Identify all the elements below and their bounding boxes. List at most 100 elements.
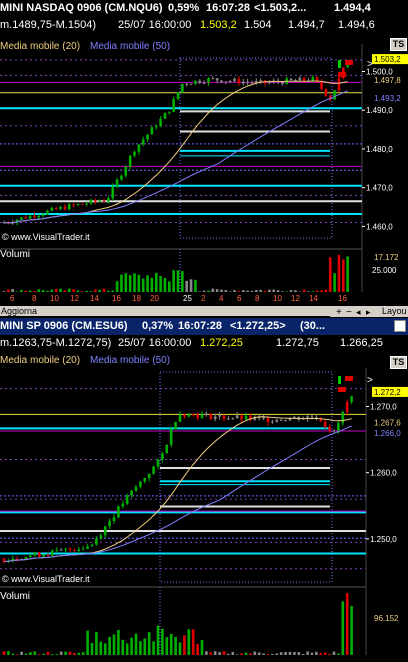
volume-tag: 17.172	[374, 253, 399, 262]
candle-body	[281, 82, 284, 84]
candle-body	[102, 200, 106, 202]
refresh-scroll[interactable]: Aggiorna	[0, 306, 330, 316]
candle-body	[121, 503, 125, 507]
volume-bar	[112, 634, 116, 655]
flag-icon	[345, 376, 353, 381]
volume-bar	[59, 288, 62, 292]
candle-body	[37, 215, 41, 218]
candle-body	[332, 430, 336, 432]
price-tag: 1.267,6	[374, 418, 401, 427]
candle-body	[235, 415, 239, 419]
volume-bar	[63, 290, 67, 292]
volume-bar	[150, 277, 154, 292]
volume-bar	[89, 291, 93, 292]
candle-body	[141, 139, 145, 145]
volume-bar	[279, 652, 283, 655]
candle-body	[134, 486, 138, 491]
candle-body	[205, 413, 208, 415]
volume-bar	[275, 653, 279, 655]
price-tick-label: 1.490,0	[366, 106, 393, 115]
candle-body	[284, 420, 287, 422]
volume-bar	[33, 651, 37, 655]
volume-bar	[257, 652, 261, 655]
candle-body	[213, 416, 217, 420]
price-tag: 1.272,2	[374, 388, 401, 397]
x-axis-label: 14	[309, 294, 318, 303]
volume-bar	[241, 290, 245, 292]
volume-bar	[328, 257, 332, 292]
volume-bar	[337, 255, 341, 292]
candle-body	[323, 421, 327, 427]
volume-bar	[37, 289, 41, 292]
candle-body	[227, 418, 230, 420]
volume-bar	[272, 289, 275, 292]
candle-body	[103, 526, 107, 536]
price-tick-label: 1.260,0	[370, 469, 397, 478]
candle-body	[310, 416, 314, 418]
volume-bar	[120, 274, 123, 292]
volume-bar	[33, 290, 36, 292]
candle-body	[328, 426, 331, 431]
volume-bar	[249, 653, 252, 655]
volume-bar	[281, 291, 284, 292]
candle-body	[240, 415, 243, 420]
candle-body	[211, 78, 215, 80]
volume-bar	[169, 633, 173, 655]
volume-bar	[333, 273, 336, 292]
volume-bar	[24, 653, 28, 655]
volume-bar	[154, 272, 158, 292]
candle-body	[191, 413, 195, 415]
candle-body	[262, 417, 265, 419]
volume-tick-label: 25.000	[372, 266, 397, 275]
candle-body	[46, 210, 49, 215]
volume-bar	[128, 275, 132, 292]
candle-body	[137, 144, 141, 152]
volume-bar	[50, 289, 54, 292]
candle-body	[94, 199, 97, 202]
candle-body	[86, 546, 89, 549]
volume-bar	[246, 290, 249, 292]
volume-bar	[227, 653, 230, 655]
candle-body	[33, 215, 36, 218]
candle-body	[198, 80, 202, 83]
volume-bar	[11, 653, 15, 655]
candle-body	[185, 83, 188, 85]
ma20-legend: Media mobile (20)	[0, 41, 81, 52]
candle-body	[55, 549, 59, 551]
candle-body	[63, 206, 67, 210]
volume-bar	[15, 654, 19, 655]
layout-button[interactable]: Layou	[380, 306, 408, 316]
volume-bar	[306, 651, 309, 655]
volume-bar	[181, 271, 184, 292]
candle-body	[172, 99, 175, 112]
x-axis-label: 25	[183, 294, 192, 303]
volume-bar	[289, 290, 293, 292]
volume-bar	[253, 651, 257, 655]
volume-label: Volumi	[0, 249, 31, 260]
x-axis-label: 12	[291, 294, 300, 303]
volume-bar	[64, 651, 67, 655]
volume-bar	[7, 651, 10, 655]
volume-bar	[200, 640, 204, 655]
candle-body	[59, 206, 62, 210]
candle-body	[289, 78, 293, 80]
volume-bar	[77, 652, 81, 655]
scroll-right-icon: ▸	[366, 307, 371, 317]
volume-bar	[111, 290, 115, 292]
volume-bar	[107, 290, 110, 292]
x-axis-label: 16	[112, 294, 121, 303]
volume-label: Volumi	[0, 591, 31, 602]
candle-body	[67, 204, 71, 210]
candle-body	[133, 151, 136, 156]
candle-body	[222, 415, 226, 419]
volume-bar	[268, 289, 271, 292]
ma50-legend: Media mobile (50)	[90, 355, 171, 366]
volume-bar	[55, 654, 59, 655]
watermark: © www.VisualTrader.it	[2, 232, 90, 242]
x-axis-label: 6	[237, 294, 242, 303]
candle-body	[50, 207, 54, 211]
flag-icon	[338, 72, 346, 77]
volume-bar	[276, 290, 280, 292]
candle-body	[218, 415, 221, 417]
candle-body	[174, 421, 177, 430]
